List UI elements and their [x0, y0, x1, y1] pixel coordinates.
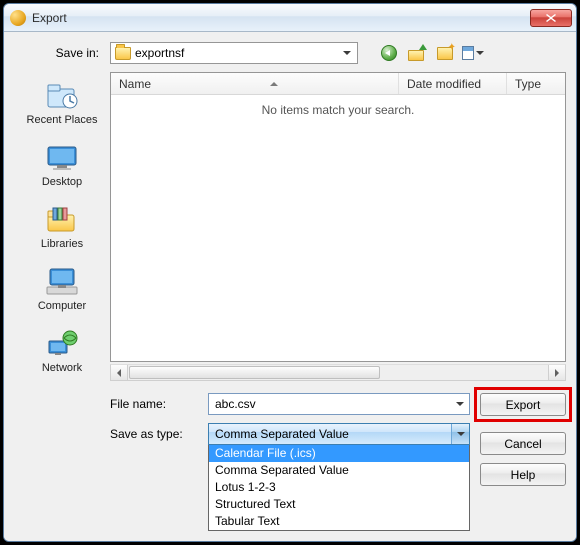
- up-one-level-button[interactable]: [406, 42, 428, 64]
- back-icon: [381, 45, 397, 61]
- place-label: Recent Places: [27, 114, 98, 126]
- scroll-left-button[interactable]: [111, 365, 128, 380]
- desktop-icon: [45, 144, 79, 172]
- scroll-track[interactable]: [128, 365, 548, 380]
- savetype-selected: Comma Separated Value: [215, 427, 451, 441]
- place-network[interactable]: Network: [22, 324, 102, 378]
- column-label: Type: [515, 77, 541, 91]
- back-button[interactable]: [378, 42, 400, 64]
- view-icon: [462, 46, 474, 60]
- place-label: Computer: [38, 300, 86, 312]
- filename-input[interactable]: abc.csv: [208, 393, 470, 415]
- column-label: Name: [119, 77, 151, 91]
- column-type[interactable]: Type: [507, 73, 565, 94]
- app-icon: [10, 10, 26, 26]
- column-date-modified[interactable]: Date modified: [399, 73, 507, 94]
- titlebar[interactable]: Export: [4, 4, 576, 32]
- savetype-option[interactable]: Calendar File (.ics): [209, 445, 469, 462]
- scroll-thumb[interactable]: [129, 366, 380, 379]
- savetype-combo[interactable]: Comma Separated Value: [208, 423, 470, 445]
- new-folder-icon: [437, 47, 453, 60]
- view-menu-button[interactable]: [462, 42, 484, 64]
- savetype-option[interactable]: Tabular Text: [209, 513, 469, 530]
- savetype-option[interactable]: Structured Text: [209, 496, 469, 513]
- computer-icon: [45, 267, 79, 297]
- places-bar: Recent Places Desktop: [14, 72, 110, 531]
- chevron-down-icon[interactable]: [476, 44, 484, 62]
- place-recent[interactable]: Recent Places: [22, 76, 102, 130]
- scroll-right-button[interactable]: [548, 365, 565, 380]
- place-libraries[interactable]: Libraries: [22, 200, 102, 254]
- place-label: Network: [42, 362, 82, 374]
- savetype-option[interactable]: Comma Separated Value: [209, 462, 469, 479]
- column-headers: Name Date modified Type: [111, 73, 565, 95]
- savetype-label: Save as type:: [110, 423, 198, 441]
- up-folder-icon: [408, 45, 426, 61]
- folder-icon: [115, 47, 131, 60]
- chevron-down-icon[interactable]: [339, 44, 355, 62]
- libraries-icon: [44, 205, 80, 235]
- filename-value: abc.csv: [215, 397, 451, 411]
- place-computer[interactable]: Computer: [22, 262, 102, 316]
- place-desktop[interactable]: Desktop: [22, 138, 102, 192]
- empty-message: No items match your search.: [111, 103, 565, 117]
- savetype-dropdown[interactable]: Calendar File (.ics)Comma Separated Valu…: [208, 445, 470, 531]
- export-button[interactable]: Export: [480, 393, 566, 416]
- chevron-down-icon[interactable]: [451, 424, 469, 444]
- recent-places-icon: [44, 81, 80, 111]
- close-button[interactable]: [530, 9, 572, 27]
- column-name[interactable]: Name: [111, 73, 399, 94]
- export-highlight: Export: [474, 387, 572, 422]
- export-dialog: Export Save in: exportnsf: [3, 3, 577, 542]
- window-title: Export: [32, 11, 530, 25]
- filename-label: File name:: [110, 393, 198, 411]
- file-list[interactable]: Name Date modified Type No items match y…: [110, 72, 566, 362]
- place-label: Desktop: [42, 176, 82, 188]
- help-button[interactable]: Help: [480, 463, 566, 486]
- place-label: Libraries: [41, 238, 83, 250]
- column-label: Date modified: [407, 77, 481, 91]
- sort-ascending-icon: [270, 82, 278, 86]
- savetype-option[interactable]: Lotus 1-2-3: [209, 479, 469, 496]
- save-in-label: Save in:: [39, 46, 99, 60]
- current-folder-name: exportnsf: [135, 46, 335, 60]
- network-icon: [45, 329, 79, 359]
- close-icon: [546, 14, 556, 22]
- save-in-combo[interactable]: exportnsf: [110, 42, 358, 64]
- horizontal-scrollbar[interactable]: [110, 364, 566, 381]
- chevron-down-icon[interactable]: [451, 394, 469, 414]
- cancel-button[interactable]: Cancel: [480, 432, 566, 455]
- new-folder-button[interactable]: [434, 42, 456, 64]
